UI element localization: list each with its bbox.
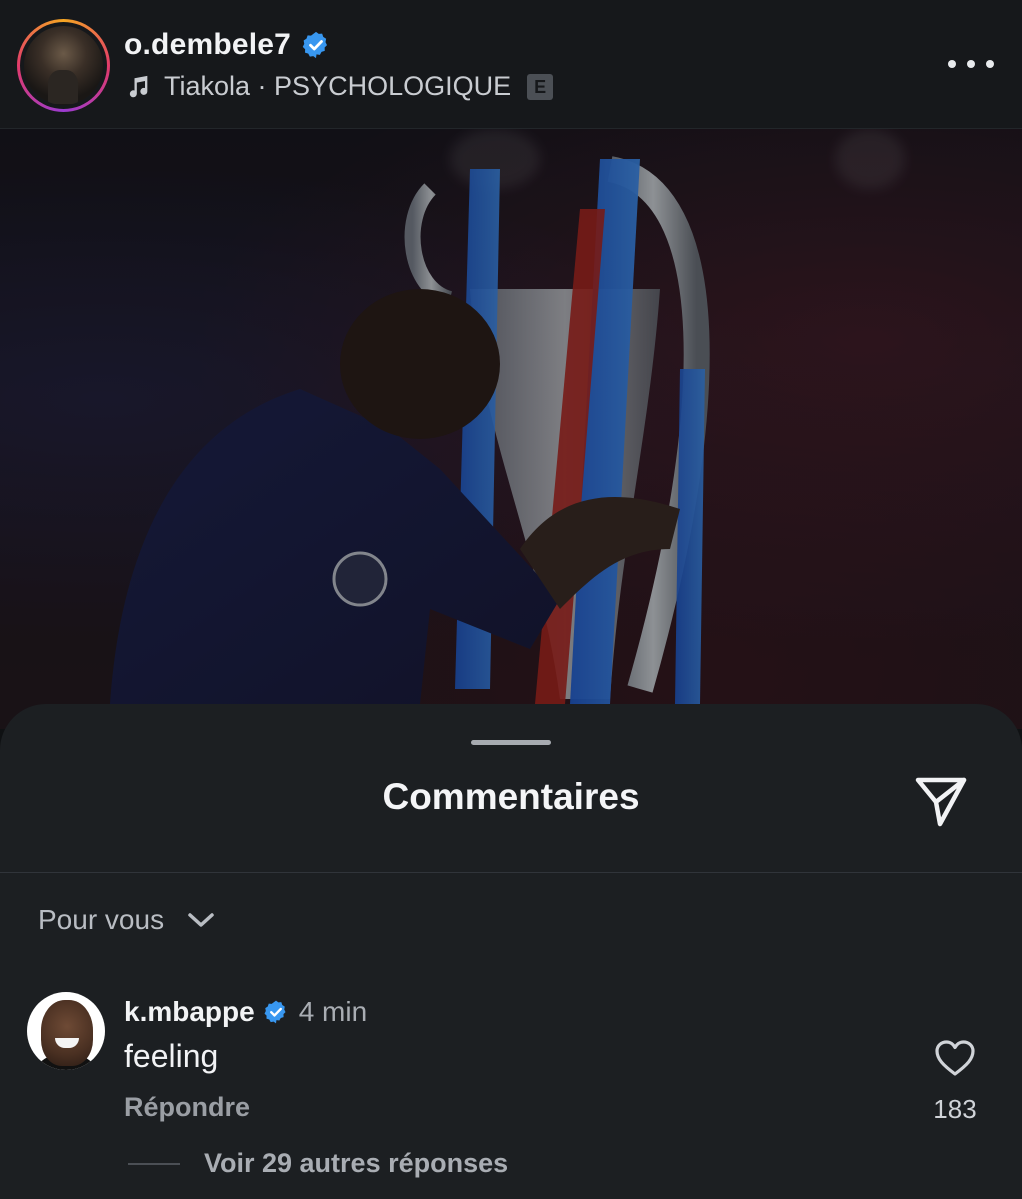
comment-filter-label: Pour vous (38, 904, 165, 935)
reply-button[interactable]: Répondre (124, 1092, 250, 1123)
music-title: PSYCHOLOGIQUE (274, 71, 512, 101)
sheet-grab-handle[interactable] (471, 740, 551, 745)
music-separator: · (250, 71, 275, 101)
verified-badge-icon (264, 1000, 286, 1024)
share-send-icon[interactable] (912, 772, 970, 830)
music-row[interactable]: Tiakola · PSYCHOLOGIQUE E (124, 71, 554, 102)
like-count: 183 (933, 1094, 977, 1124)
view-more-replies[interactable]: Voir 29 autres réponses (128, 1148, 508, 1179)
comments-sheet: Commentaires Pour vous k.mbappe 4 min fe… (0, 704, 1022, 1199)
music-artist: Tiakola (164, 71, 251, 101)
comment-text: feeling (124, 1038, 219, 1074)
post-image[interactable] (0, 129, 1022, 729)
heart-outline-icon[interactable] (933, 1038, 977, 1078)
view-more-replies-label: Voir 29 autres réponses (204, 1148, 509, 1178)
comment-timestamp: 4 min (298, 996, 368, 1027)
chevron-down-icon (188, 913, 214, 927)
avatar[interactable] (24, 26, 103, 105)
avatar-frame (20, 22, 107, 109)
more-dot (967, 60, 975, 68)
verified-badge-icon (302, 31, 328, 59)
story-avatar-ring[interactable] (17, 19, 110, 112)
post-username[interactable]: o.dembele7 (124, 28, 291, 62)
comment-header: k.mbappe 4 min (124, 996, 367, 1028)
comment-username[interactable]: k.mbappe (124, 996, 255, 1028)
image-dim-overlay (0, 129, 1022, 729)
music-track-text: Tiakola · PSYCHOLOGIQUE (164, 71, 511, 102)
comment-avatar[interactable] (27, 992, 105, 1070)
comments-title: Commentaires (382, 776, 640, 817)
avatar-face (41, 1000, 93, 1066)
explicit-badge: E (527, 73, 554, 100)
more-options-icon[interactable] (948, 50, 994, 78)
more-dot (986, 60, 994, 68)
post-header: o.dembele7 Tiakola · PSYCHOLOGIQUE E (0, 0, 1022, 129)
more-dot (948, 60, 956, 68)
sheet-divider (0, 872, 1022, 873)
post-photo-illustration (0, 129, 1022, 729)
replies-divider-line (128, 1162, 180, 1165)
comment-filter-dropdown[interactable]: Pour vous (38, 904, 216, 936)
username-row: o.dembele7 (124, 28, 331, 62)
music-note-icon (129, 75, 148, 97)
